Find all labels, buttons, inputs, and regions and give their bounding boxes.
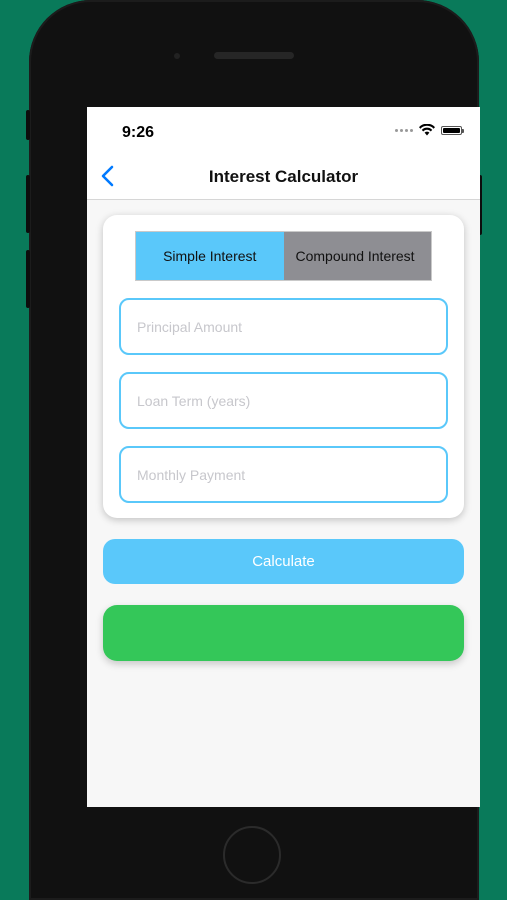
app-screen: 9:26 Interest Calculator Simple Interest… xyxy=(87,107,480,807)
loan-term-input[interactable] xyxy=(121,374,446,427)
front-camera xyxy=(174,53,180,59)
wifi-icon xyxy=(419,124,435,136)
loan-term-field xyxy=(119,372,448,429)
input-card: Simple Interest Compound Interest xyxy=(103,215,464,518)
phone-frame: 9:26 Interest Calculator Simple Interest… xyxy=(26,0,482,900)
page-title: Interest Calculator xyxy=(208,167,359,186)
home-button[interactable] xyxy=(223,826,281,884)
battery-icon xyxy=(441,125,464,135)
principal-input[interactable] xyxy=(121,300,446,353)
cellular-dots-icon xyxy=(395,128,413,132)
principal-field xyxy=(119,298,448,355)
status-time: 9:26 xyxy=(122,124,155,141)
calculate-button[interactable]: Calculate xyxy=(103,539,464,584)
status-bar: 9:26 xyxy=(87,107,480,153)
silent-switch xyxy=(26,110,30,140)
status-icons xyxy=(395,124,464,136)
monthly-payment-input[interactable] xyxy=(121,448,446,501)
volume-down-button xyxy=(26,250,30,308)
result-display xyxy=(103,605,464,661)
monthly-payment-field xyxy=(119,446,448,503)
segment-simple-interest[interactable]: Simple Interest xyxy=(136,232,284,280)
segment-compound-interest[interactable]: Compound Interest xyxy=(283,232,431,280)
navigation-bar: Interest Calculator xyxy=(87,153,480,200)
interest-type-segmented-control: Simple Interest Compound Interest xyxy=(135,231,432,281)
volume-up-button xyxy=(26,175,30,233)
earpiece-speaker xyxy=(214,52,294,59)
